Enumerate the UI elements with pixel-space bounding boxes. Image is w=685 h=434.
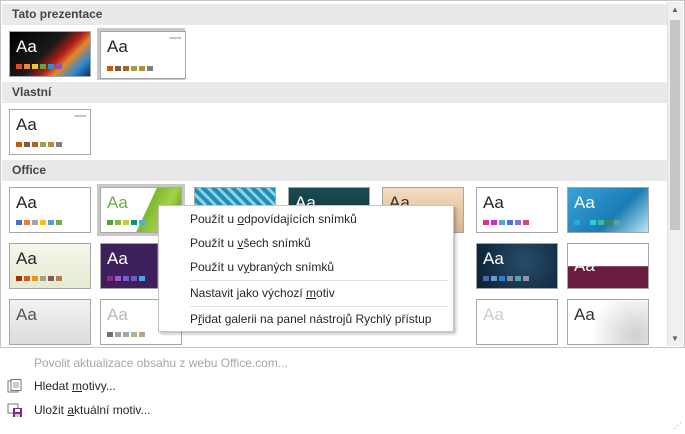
theme-thumb-tiny-label: sadxla: [169, 35, 181, 40]
theme-thumb-label: Aa: [574, 193, 595, 212]
enable-updates-label: Povolit aktualizace obsahu z webu Office…: [34, 356, 288, 370]
theme-thumb-label: Aa: [574, 305, 595, 324]
section-header-custom: Vlastní: [2, 82, 669, 103]
theme-thumb-office-14[interactable]: Aa: [564, 240, 652, 292]
save-label-post: ktuální motiv...: [74, 403, 151, 417]
ctx-apply-all-slides[interactable]: Použít u všech snímků: [159, 231, 453, 255]
browse-label-accel: m: [72, 379, 83, 393]
ctx-apply-matching-slides[interactable]: Použít u odpovídajících snímků: [159, 207, 453, 231]
theme-thumb-label: Aa: [16, 37, 37, 56]
ctx-apply-selected-slides[interactable]: Použít u vybraných snímků: [159, 255, 453, 279]
ctx-label: šech snímků: [243, 236, 311, 250]
enable-updates-item: Povolit aktualizace obsahu z webu Office…: [0, 351, 685, 375]
theme-thumb-office-7[interactable]: Aa: [564, 184, 652, 236]
theme-thumb-label: Aa: [107, 193, 128, 212]
theme-thumb-label: Aa: [107, 249, 128, 268]
ctx-add-to-quick-access[interactable]: Přidat galerii na panel nástrojů Rychlý …: [159, 307, 453, 331]
ctx-label: otiv: [316, 286, 335, 300]
theme-thumb-label: Aa: [483, 305, 504, 324]
theme-thumb-custom-1[interactable]: sadxla Aa: [6, 106, 94, 158]
browse-label-post: otivy...: [82, 379, 116, 393]
theme-thumb-office-6[interactable]: Aa: [473, 184, 561, 236]
ctx-label: Nastavit jako výchozí: [190, 286, 307, 300]
save-theme-item[interactable]: Uložit aktuální motiv...: [0, 398, 685, 422]
theme-thumb-label: Aa: [483, 193, 504, 212]
ctx-label: idat galerii na panel nástrojů Rychlý př…: [202, 312, 432, 326]
ctx-label: Použít u v: [190, 260, 244, 274]
theme-thumb-current-1[interactable]: Aa: [6, 28, 94, 80]
theme-thumb-label: Aa: [16, 249, 37, 268]
theme-thumb-office-20[interactable]: Aa: [473, 296, 561, 347]
theme-thumb-office-8[interactable]: Aa: [6, 240, 94, 292]
ctx-label: dpovídajících snímků: [244, 212, 357, 226]
theme-thumb-label: Aa: [107, 37, 128, 56]
theme-thumb-office-21[interactable]: Aa: [564, 296, 652, 347]
gallery-scrollbar[interactable]: ▲ ▼: [667, 2, 683, 346]
section-header-this-presentation: Tato prezentace: [2, 4, 669, 25]
ctx-label: Použít u: [190, 212, 238, 226]
scroll-up-icon[interactable]: ▲: [671, 5, 679, 14]
scroll-thumb[interactable]: [670, 20, 680, 230]
section-header-office: Office: [2, 160, 669, 181]
resize-grip-icon[interactable]: ⋰: [674, 421, 682, 430]
save-theme-icon: [7, 403, 22, 417]
theme-thumb-office-13[interactable]: Aa: [473, 240, 561, 292]
theme-thumb-label: Aa: [16, 305, 37, 324]
theme-thumb-office-1[interactable]: Aa: [6, 184, 94, 236]
ctx-label: P: [190, 312, 199, 326]
theme-thumb-label: Aa: [483, 249, 504, 268]
theme-thumb-label: Aa: [16, 193, 37, 212]
browse-themes-item[interactable]: Hledat motivy...: [0, 374, 685, 398]
browse-folder-icon: [7, 379, 22, 393]
theme-thumb-office-15[interactable]: Aa: [6, 296, 94, 347]
theme-thumb-label: Aa: [107, 305, 128, 324]
theme-thumb-label: Aa: [574, 256, 595, 275]
save-label-pre: Uložit: [34, 403, 68, 417]
theme-thumb-tiny-label: sadxla: [74, 113, 86, 118]
ctx-label: Použít u: [190, 236, 238, 250]
theme-thumb-current-2[interactable]: sadxla Aa: [97, 28, 186, 80]
browse-label-pre: Hledat: [34, 379, 73, 393]
ctx-label: braných snímků: [249, 260, 335, 274]
context-menu: Použít u odpovídajících snímků Použít u …: [158, 205, 454, 332]
scroll-down-icon[interactable]: ▼: [671, 334, 679, 343]
ctx-set-default-theme[interactable]: Nastavit jako výchozí motiv: [159, 281, 453, 305]
ctx-accel: m: [306, 286, 317, 300]
theme-thumb-label: Aa: [16, 115, 37, 134]
